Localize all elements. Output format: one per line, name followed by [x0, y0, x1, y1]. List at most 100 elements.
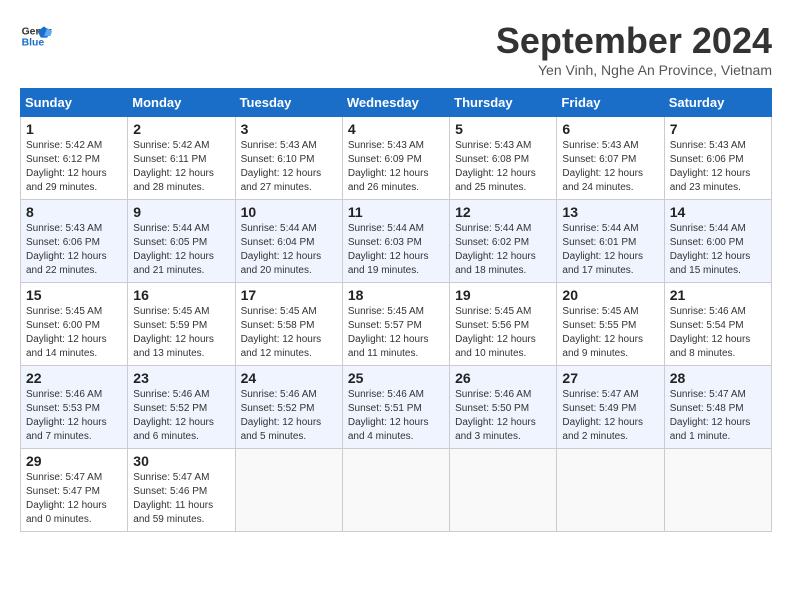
calendar-cell: 18Sunrise: 5:45 AMSunset: 5:57 PMDayligh…: [342, 283, 449, 366]
day-info: Sunrise: 5:44 AMSunset: 6:02 PMDaylight:…: [455, 222, 551, 278]
day-info: Sunrise: 5:44 AMSunset: 6:01 PMDaylight:…: [562, 222, 658, 278]
calendar-cell: 11 Sunrise: 5:44 AMSunset: 6:03 PMDayligh…: [342, 200, 449, 283]
day-info: Sunrise: 5:44 AMSunset: 6:04 PMDaylight:…: [241, 222, 337, 278]
day-number: 8: [26, 204, 122, 220]
calendar-cell: 1Sunrise: 5:42 AMSunset: 6:12 PMDaylight…: [21, 117, 128, 200]
calendar-cell: 24 Sunrise: 5:46 AMSunset: 5:52 PMDayligh…: [235, 366, 342, 449]
day-info: Sunrise: 5:47 AMSunset: 5:46 PMDaylight:…: [133, 471, 229, 527]
day-number: 22: [26, 370, 122, 386]
day-info: Sunrise: 5:45 AMSunset: 6:00 PMDaylight:…: [26, 305, 122, 361]
day-info: Sunrise: 5:44 AMSunset: 6:00 PMDaylight:…: [670, 222, 766, 278]
logo: General Blue: [20, 20, 52, 52]
day-info: Sunrise: 5:46 AMSunset: 5:53 PMDaylight:…: [26, 388, 122, 444]
day-info: Sunrise: 5:43 AMSunset: 6:10 PMDaylight:…: [241, 139, 337, 195]
day-number: 25: [348, 370, 444, 386]
day-info: Sunrise: 5:44 AMSunset: 6:05 PMDaylight:…: [133, 222, 229, 278]
calendar-cell: 14 Sunrise: 5:44 AMSunset: 6:00 PMDayligh…: [664, 200, 771, 283]
header-friday: Friday: [557, 89, 664, 117]
day-number: 21: [670, 287, 766, 303]
calendar-cell: 22 Sunrise: 5:46 AMSunset: 5:53 PMDayligh…: [21, 366, 128, 449]
calendar-cell: 2 Sunrise: 5:42 AMSunset: 6:11 PMDaylight…: [128, 117, 235, 200]
header-monday: Monday: [128, 89, 235, 117]
month-title: September 2024: [496, 20, 772, 62]
calendar-header-row: SundayMondayTuesdayWednesdayThursdayFrid…: [21, 89, 772, 117]
day-info: Sunrise: 5:43 AMSunset: 6:07 PMDaylight:…: [562, 139, 658, 195]
day-number: 6: [562, 121, 658, 137]
calendar-cell: 9 Sunrise: 5:44 AMSunset: 6:05 PMDaylight…: [128, 200, 235, 283]
header-thursday: Thursday: [450, 89, 557, 117]
day-number: 5: [455, 121, 551, 137]
calendar-cell: 27 Sunrise: 5:47 AMSunset: 5:49 PMDayligh…: [557, 366, 664, 449]
calendar-table: SundayMondayTuesdayWednesdayThursdayFrid…: [20, 88, 772, 532]
day-info: Sunrise: 5:47 AMSunset: 5:48 PMDaylight:…: [670, 388, 766, 444]
calendar-cell: [342, 449, 449, 532]
calendar-cell: 20 Sunrise: 5:45 AMSunset: 5:55 PMDayligh…: [557, 283, 664, 366]
day-number: 26: [455, 370, 551, 386]
calendar-cell: 15 Sunrise: 5:45 AMSunset: 6:00 PMDayligh…: [21, 283, 128, 366]
day-info: Sunrise: 5:46 AMSunset: 5:51 PMDaylight:…: [348, 388, 444, 444]
calendar-cell: 21 Sunrise: 5:46 AMSunset: 5:54 PMDayligh…: [664, 283, 771, 366]
header-tuesday: Tuesday: [235, 89, 342, 117]
day-number: 9: [133, 204, 229, 220]
header-wednesday: Wednesday: [342, 89, 449, 117]
day-info: Sunrise: 5:44 AMSunset: 6:03 PMDaylight:…: [348, 222, 444, 278]
calendar-week-1: 1Sunrise: 5:42 AMSunset: 6:12 PMDaylight…: [21, 117, 772, 200]
day-number: 2: [133, 121, 229, 137]
calendar-week-2: 8 Sunrise: 5:43 AMSunset: 6:06 PMDaylight…: [21, 200, 772, 283]
calendar-cell: 4Sunrise: 5:43 AMSunset: 6:09 PMDaylight…: [342, 117, 449, 200]
page-header: General Blue September 2024 Yen Vinh, Ng…: [20, 20, 772, 78]
calendar-cell: 13Sunrise: 5:44 AMSunset: 6:01 PMDayligh…: [557, 200, 664, 283]
day-number: 19: [455, 287, 551, 303]
day-info: Sunrise: 5:43 AMSunset: 6:06 PMDaylight:…: [670, 139, 766, 195]
day-info: Sunrise: 5:46 AMSunset: 5:52 PMDaylight:…: [241, 388, 337, 444]
calendar-cell: [235, 449, 342, 532]
day-number: 14: [670, 204, 766, 220]
day-info: Sunrise: 5:42 AMSunset: 6:12 PMDaylight:…: [26, 139, 122, 195]
day-info: Sunrise: 5:45 AMSunset: 5:59 PMDaylight:…: [133, 305, 229, 361]
day-number: 30: [133, 453, 229, 469]
calendar-cell: 7 Sunrise: 5:43 AMSunset: 6:06 PMDaylight…: [664, 117, 771, 200]
calendar-cell: 23Sunrise: 5:46 AMSunset: 5:52 PMDayligh…: [128, 366, 235, 449]
day-info: Sunrise: 5:42 AMSunset: 6:11 PMDaylight:…: [133, 139, 229, 195]
calendar-cell: 10Sunrise: 5:44 AMSunset: 6:04 PMDayligh…: [235, 200, 342, 283]
day-number: 20: [562, 287, 658, 303]
day-number: 17: [241, 287, 337, 303]
day-info: Sunrise: 5:45 AMSunset: 5:58 PMDaylight:…: [241, 305, 337, 361]
calendar-cell: 25 Sunrise: 5:46 AMSunset: 5:51 PMDayligh…: [342, 366, 449, 449]
day-number: 15: [26, 287, 122, 303]
calendar-cell: 6 Sunrise: 5:43 AMSunset: 6:07 PMDaylight…: [557, 117, 664, 200]
calendar-cell: 16 Sunrise: 5:45 AMSunset: 5:59 PMDayligh…: [128, 283, 235, 366]
calendar-week-5: 29Sunrise: 5:47 AMSunset: 5:47 PMDayligh…: [21, 449, 772, 532]
day-info: Sunrise: 5:47 AMSunset: 5:49 PMDaylight:…: [562, 388, 658, 444]
day-number: 18: [348, 287, 444, 303]
day-info: Sunrise: 5:43 AMSunset: 6:06 PMDaylight:…: [26, 222, 122, 278]
svg-text:Blue: Blue: [22, 38, 45, 49]
header-saturday: Saturday: [664, 89, 771, 117]
day-info: Sunrise: 5:43 AMSunset: 6:08 PMDaylight:…: [455, 139, 551, 195]
calendar-cell: [664, 449, 771, 532]
day-number: 28: [670, 370, 766, 386]
day-number: 24: [241, 370, 337, 386]
calendar-cell: 17 Sunrise: 5:45 AMSunset: 5:58 PMDayligh…: [235, 283, 342, 366]
day-info: Sunrise: 5:45 AMSunset: 5:55 PMDaylight:…: [562, 305, 658, 361]
calendar-cell: 12 Sunrise: 5:44 AMSunset: 6:02 PMDayligh…: [450, 200, 557, 283]
calendar-cell: 26Sunrise: 5:46 AMSunset: 5:50 PMDayligh…: [450, 366, 557, 449]
day-number: 3: [241, 121, 337, 137]
calendar-week-4: 22 Sunrise: 5:46 AMSunset: 5:53 PMDayligh…: [21, 366, 772, 449]
calendar-cell: 30 Sunrise: 5:47 AMSunset: 5:46 PMDayligh…: [128, 449, 235, 532]
day-number: 12: [455, 204, 551, 220]
day-number: 29: [26, 453, 122, 469]
calendar-cell: 8 Sunrise: 5:43 AMSunset: 6:06 PMDaylight…: [21, 200, 128, 283]
day-number: 23: [133, 370, 229, 386]
day-number: 27: [562, 370, 658, 386]
day-number: 16: [133, 287, 229, 303]
day-number: 4: [348, 121, 444, 137]
logo-icon: General Blue: [20, 20, 52, 52]
day-number: 7: [670, 121, 766, 137]
day-number: 11: [348, 204, 444, 220]
calendar-cell: [557, 449, 664, 532]
day-info: Sunrise: 5:46 AMSunset: 5:54 PMDaylight:…: [670, 305, 766, 361]
title-block: September 2024 Yen Vinh, Nghe An Provinc…: [496, 20, 772, 78]
calendar-cell: [450, 449, 557, 532]
header-sunday: Sunday: [21, 89, 128, 117]
